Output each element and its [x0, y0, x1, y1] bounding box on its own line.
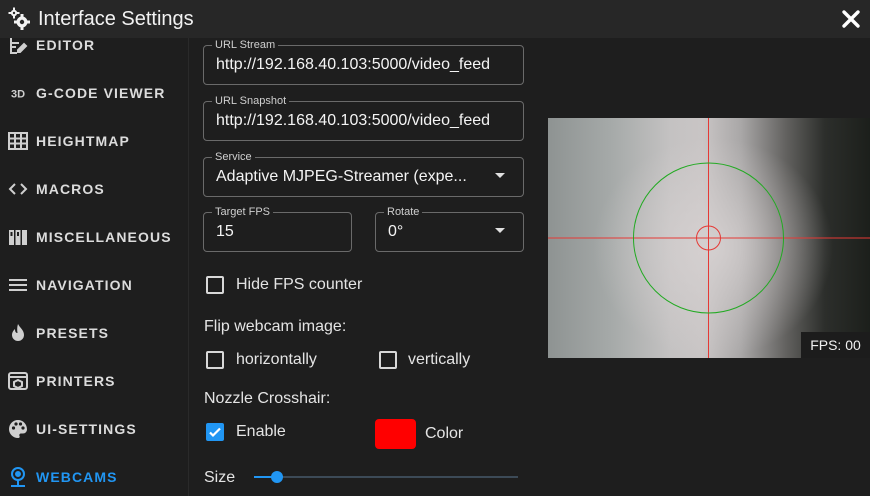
widgets-icon	[6, 225, 30, 249]
sidebar-item-navigation[interactable]: NAVIGATION	[0, 261, 188, 309]
flip-vertical-checkbox[interactable]	[379, 351, 397, 369]
sidebar-item-label: MISCELLANEOUS	[36, 229, 172, 245]
url-snapshot-field[interactable]: URL Snapshot http://192.168.40.103:5000/…	[203, 95, 524, 141]
check-icon	[209, 427, 221, 438]
webcam-icon	[6, 465, 30, 489]
fire-icon	[6, 321, 30, 345]
flip-vertical-label: vertically	[408, 351, 471, 368]
sidebar-item-label: WEBCAMS	[36, 469, 118, 485]
sidebar-divider	[188, 38, 189, 496]
webcam-preview	[548, 118, 870, 358]
url-snapshot-input[interactable]: http://192.168.40.103:5000/video_feed	[216, 112, 490, 130]
target-fps-label: Target FPS	[212, 206, 274, 219]
size-label: Size	[204, 469, 236, 486]
url-snapshot-label: URL Snapshot	[212, 95, 290, 108]
sidebar-item-label: PRESETS	[36, 325, 110, 341]
file-edit-icon	[6, 38, 30, 57]
target-fps-input[interactable]: 15	[216, 223, 234, 241]
sidebar-item-label: MACROS	[36, 181, 105, 197]
sidebar-item-macros[interactable]: MACROS	[0, 165, 188, 213]
sidebar-item-label: PRINTERS	[36, 373, 116, 389]
sidebar-item-heightmap[interactable]: HEIGHTMAP	[0, 117, 188, 165]
3d-icon: 3D	[6, 81, 30, 105]
hide-fps-label: Hide FPS counter	[236, 276, 363, 293]
sidebar-item-label: EDITOR	[36, 38, 96, 53]
size-slider-thumb[interactable]	[271, 471, 283, 483]
rotate-value: 0°	[388, 223, 404, 240]
sidebar-item-label: HEIGHTMAP	[36, 133, 130, 149]
chevron-down-icon[interactable]	[495, 173, 505, 178]
url-stream-label: URL Stream	[212, 39, 279, 52]
fps-counter: FPS: 00	[801, 332, 870, 358]
cogs-icon	[6, 6, 32, 32]
grid-icon	[6, 129, 30, 153]
rotate-select[interactable]: Rotate 0°	[375, 206, 524, 252]
palette-icon	[6, 417, 30, 441]
flip-horizontal-label: horizontally	[236, 351, 317, 368]
svg-text:3D: 3D	[11, 89, 25, 101]
sidebar-item-editor[interactable]: EDITOR	[0, 38, 188, 69]
url-stream-field[interactable]: URL Stream http://192.168.40.103:5000/vi…	[203, 39, 524, 85]
menu-icon	[6, 273, 30, 297]
flip-horizontal-checkbox[interactable]	[206, 351, 224, 369]
service-label: Service	[212, 151, 255, 164]
sidebar-item-presets[interactable]: PRESETS	[0, 309, 188, 357]
sidebar-item-g-code-viewer[interactable]: 3D G-CODE VIEWER	[0, 69, 188, 117]
crosshair-enable-label: Enable	[236, 423, 286, 440]
service-value: Adaptive MJPEG-Streamer (expe...	[216, 168, 467, 185]
sidebar-item-miscellaneous[interactable]: MISCELLANEOUS	[0, 213, 188, 261]
sidebar-item-webcams[interactable]: WEBCAMS	[0, 453, 188, 496]
chevron-down-icon[interactable]	[495, 228, 505, 233]
sidebar-item-printers[interactable]: PRINTERS	[0, 357, 188, 405]
url-stream-input[interactable]: http://192.168.40.103:5000/video_feed	[216, 56, 490, 74]
sidebar-item-label: UI-SETTINGS	[36, 421, 137, 437]
close-icon[interactable]	[838, 6, 864, 32]
crosshair-heading: Nozzle Crosshair:	[204, 390, 331, 407]
window-title: Interface Settings	[38, 7, 194, 30]
sidebar: EDITOR 3D G-CODE VIEWER HEIGHTMAP MACROS…	[0, 38, 188, 496]
crosshair-color-label: Color	[425, 425, 464, 442]
flip-heading: Flip webcam image:	[204, 318, 347, 335]
service-select[interactable]: Service Adaptive MJPEG-Streamer (expe...	[203, 151, 524, 197]
target-fps-field[interactable]: Target FPS 15	[203, 206, 352, 252]
title-bar: Interface Settings	[0, 0, 870, 38]
hide-fps-checkbox[interactable]	[206, 276, 224, 294]
crosshair-color-swatch[interactable]	[375, 419, 416, 449]
sidebar-item-label: G-CODE VIEWER	[36, 85, 166, 101]
printer-3d-icon	[6, 369, 30, 393]
rotate-label: Rotate	[384, 206, 423, 219]
crosshair-enable-checkbox[interactable]	[206, 423, 224, 441]
crosshair-overlay	[548, 118, 870, 358]
sidebar-item-ui-settings[interactable]: UI-SETTINGS	[0, 405, 188, 453]
code-brackets-icon	[6, 177, 30, 201]
size-slider-track[interactable]	[254, 476, 518, 478]
sidebar-item-label: NAVIGATION	[36, 277, 133, 293]
